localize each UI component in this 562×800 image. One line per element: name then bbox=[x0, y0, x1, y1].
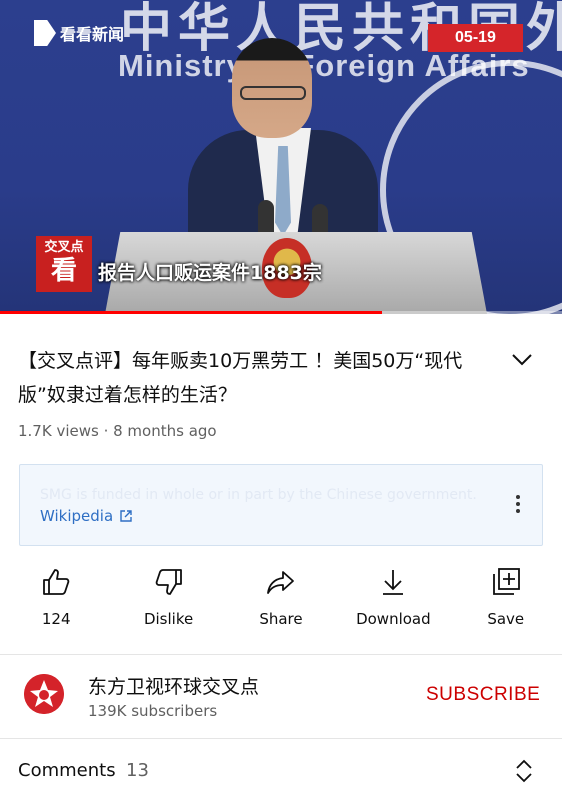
subscriber-count: 139K subscribers bbox=[88, 702, 218, 720]
date-badge: 05-19 bbox=[428, 24, 523, 52]
subscribe-button[interactable]: SUBSCRIBE bbox=[426, 684, 540, 706]
wikipedia-link-label: Wikipedia bbox=[40, 507, 114, 525]
watermark-text: 看看新闻 bbox=[60, 25, 125, 44]
dislike-button[interactable]: Dislike bbox=[112, 566, 224, 636]
download-button[interactable]: Download bbox=[337, 566, 449, 636]
video-meta: 1.7K views · 8 months ago bbox=[18, 422, 217, 440]
progress-bar-fill bbox=[0, 311, 383, 314]
save-button[interactable]: Save bbox=[450, 566, 562, 636]
like-button[interactable]: 124 bbox=[0, 566, 112, 636]
speaker-glasses bbox=[240, 86, 306, 100]
info-panel: SMG is funded in whole or in part by the… bbox=[19, 464, 543, 546]
divider bbox=[0, 738, 562, 739]
show-logo-text: 交叉点 bbox=[44, 240, 84, 255]
dislike-label: Dislike bbox=[143, 610, 194, 628]
expand-collapse-icon[interactable] bbox=[514, 758, 534, 784]
thumbs-up-icon bbox=[43, 569, 70, 595]
comments-count: 13 bbox=[126, 760, 149, 781]
download-icon bbox=[383, 570, 404, 595]
channel-logo-icon bbox=[24, 674, 64, 714]
video-title[interactable]: 【交叉点评】每年贩卖10万黑劳工 ！美国50万“现代版”奴隶过着怎样的生活？ bbox=[18, 344, 492, 412]
share-label: Share bbox=[259, 610, 303, 628]
watermark: 看看新闻 bbox=[34, 20, 124, 46]
progress-bar[interactable] bbox=[0, 311, 562, 314]
thumbs-down-icon bbox=[155, 569, 182, 595]
video-player[interactable]: 中华人民共和国外交部 Ministry of Foreign Affairs 看… bbox=[0, 0, 562, 314]
show-logo: 交叉点 看 bbox=[36, 236, 92, 292]
video-caption: 报告人口贩运案件1883宗 bbox=[98, 262, 322, 284]
like-count: 124 bbox=[41, 610, 71, 628]
chevron-down-icon[interactable] bbox=[510, 352, 534, 368]
share-arrow-icon bbox=[267, 571, 294, 594]
channel-name[interactable]: 东方卫视环球交叉点 bbox=[88, 672, 259, 699]
info-panel-text: SMG is funded in whole or in part by the… bbox=[40, 487, 477, 503]
watermark-logo-icon bbox=[34, 20, 56, 46]
share-button[interactable]: Share bbox=[225, 566, 337, 636]
comments-header[interactable]: Comments bbox=[18, 760, 116, 781]
show-logo-big: 看 bbox=[50, 256, 77, 286]
add-to-playlist-icon bbox=[492, 568, 520, 595]
divider bbox=[0, 654, 562, 655]
save-label: Save bbox=[487, 610, 525, 628]
channel-avatar[interactable] bbox=[24, 674, 64, 714]
action-row: 124 Dislike Share Download Save bbox=[0, 566, 562, 636]
more-options-icon[interactable] bbox=[514, 495, 522, 517]
wikipedia-link[interactable]: Wikipedia bbox=[40, 507, 133, 525]
external-link-icon bbox=[120, 510, 132, 522]
download-label: Download bbox=[356, 610, 431, 628]
